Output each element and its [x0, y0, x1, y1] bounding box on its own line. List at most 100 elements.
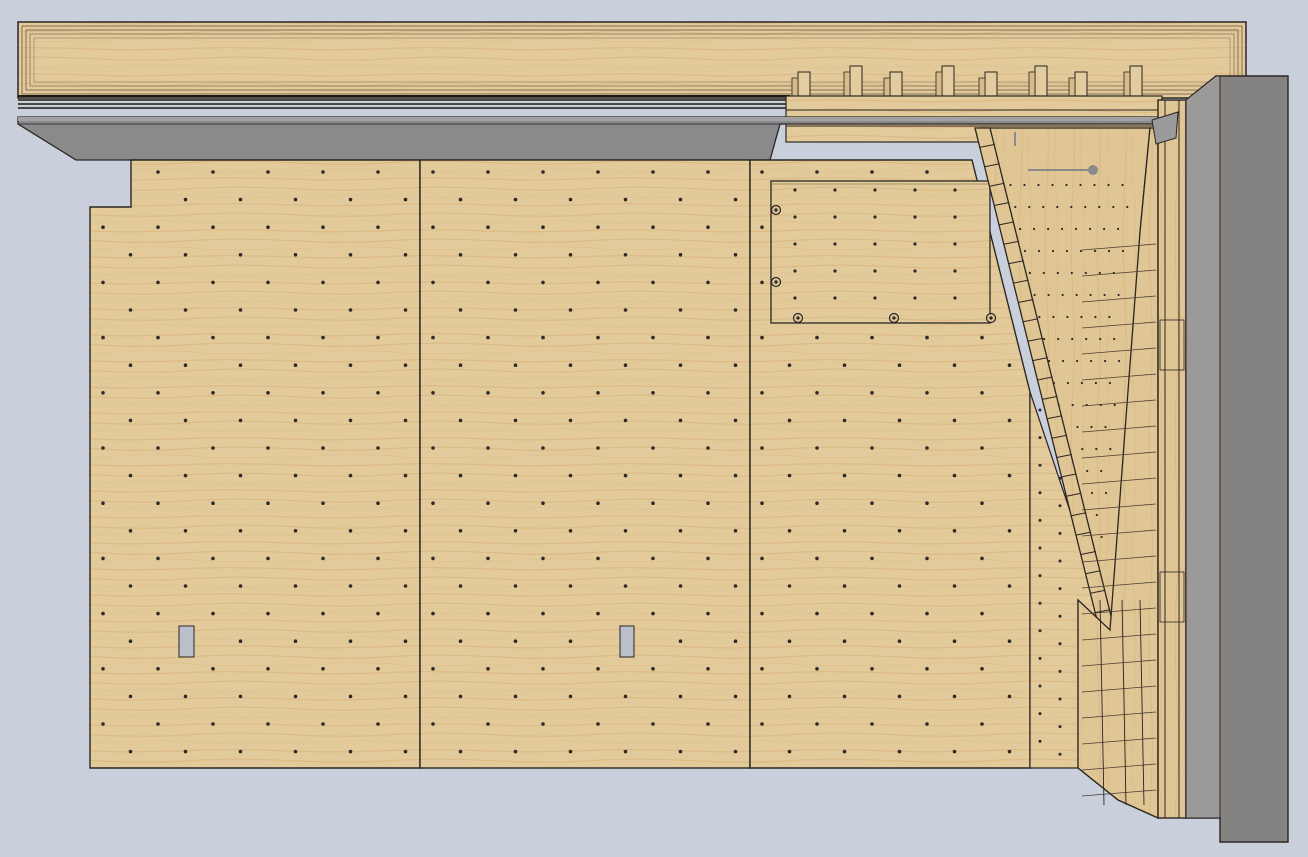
peg-hole — [925, 391, 929, 395]
peg-hole — [706, 556, 710, 561]
peg-hole — [183, 694, 188, 699]
peg-hole — [925, 667, 929, 671]
peg-hole — [1109, 447, 1112, 451]
peg-hole — [183, 418, 188, 423]
peg-hole — [1058, 559, 1062, 563]
peg-hole — [1081, 447, 1084, 451]
peg-hole — [1038, 629, 1042, 633]
peg-hole — [156, 280, 160, 285]
peg-hole — [1028, 271, 1031, 275]
peg-hole — [1061, 293, 1064, 297]
peg-hole — [1038, 574, 1042, 578]
peg-hole — [815, 722, 819, 726]
peg-hole — [651, 280, 655, 285]
peg-hole — [870, 446, 874, 450]
peg-hole — [1098, 271, 1101, 275]
peg-hole — [403, 584, 408, 588]
peg-hole — [1095, 447, 1098, 451]
peg-hole — [266, 501, 270, 506]
peg-hole — [1126, 205, 1129, 209]
peg-hole — [541, 611, 545, 616]
peg-hole — [651, 335, 655, 340]
peg-hole — [293, 418, 298, 423]
peg-hole — [321, 335, 325, 340]
joist-end-side — [935, 71, 943, 97]
peg-hole — [733, 418, 738, 423]
peg-hole — [1043, 337, 1046, 341]
peg-hole — [760, 667, 764, 671]
peg-hole — [266, 280, 270, 285]
peg-hole — [293, 584, 298, 588]
peg-hole — [348, 418, 353, 423]
peg-hole — [733, 363, 738, 368]
peg-hole — [403, 418, 408, 423]
peg-hole — [793, 296, 797, 300]
peg-hole — [376, 391, 380, 395]
peg-hole — [376, 722, 380, 726]
peg-hole — [760, 556, 764, 561]
peg-hole — [1058, 614, 1062, 618]
peg-hole — [980, 446, 984, 450]
peg-hole — [513, 308, 518, 312]
peg-hole — [1075, 227, 1078, 231]
peg-hole — [486, 667, 490, 671]
peg-hole — [1075, 293, 1078, 297]
peg-hole — [1057, 337, 1060, 341]
peg-hole — [211, 335, 215, 340]
peg-hole — [211, 722, 215, 726]
peg-hole — [706, 667, 710, 671]
cad-3d-viewport[interactable] — [0, 0, 1308, 857]
peg-hole — [541, 335, 545, 340]
peg-hole — [1047, 293, 1050, 297]
peg-hole — [706, 335, 710, 340]
peg-hole — [1117, 293, 1120, 297]
peg-hole — [128, 418, 133, 423]
peg-hole — [1079, 249, 1083, 253]
peg-hole — [431, 667, 435, 671]
peg-hole — [678, 749, 683, 754]
peg-hole — [760, 446, 764, 450]
peg-hole — [266, 446, 270, 450]
peg-hole — [815, 611, 819, 616]
peg-hole — [568, 308, 573, 312]
peg-hole — [458, 529, 463, 533]
peg-hole — [1058, 725, 1062, 729]
peg-hole — [1051, 183, 1054, 187]
peg-hole — [842, 363, 847, 368]
peg-hole — [1113, 337, 1116, 341]
peg-hole — [101, 611, 105, 616]
peg-hole — [183, 473, 188, 478]
peg-hole — [321, 667, 325, 671]
peg-hole — [513, 197, 518, 202]
access-cutout — [619, 625, 635, 658]
peg-hole — [596, 556, 600, 561]
peg-hole — [293, 197, 298, 202]
peg-hole — [1103, 227, 1106, 231]
peg-hole — [513, 584, 518, 588]
peg-hole — [651, 667, 655, 671]
peg-hole — [403, 253, 408, 257]
peg-hole — [1076, 425, 1079, 429]
peg-hole — [348, 749, 353, 754]
peg-hole — [787, 418, 792, 423]
peg-hole — [458, 308, 463, 312]
peg-hole — [760, 170, 764, 174]
peg-hole — [348, 197, 353, 202]
peg-hole — [980, 667, 984, 671]
peg-hole — [787, 749, 792, 754]
peg-hole — [1099, 337, 1102, 341]
peg-hole — [1007, 584, 1012, 588]
peg-hole — [1007, 639, 1012, 643]
peg-hole — [1080, 315, 1083, 319]
peg-hole — [623, 749, 628, 754]
peg-hole — [1086, 469, 1089, 473]
peg-hole — [238, 363, 243, 368]
peg-hole — [321, 556, 325, 561]
peg-hole — [870, 556, 874, 561]
peg-hole — [513, 363, 518, 368]
peg-hole — [733, 694, 738, 699]
peg-hole — [1065, 183, 1068, 187]
peg-hole — [925, 722, 929, 726]
peg-hole — [321, 225, 325, 229]
peg-hole — [815, 170, 819, 174]
